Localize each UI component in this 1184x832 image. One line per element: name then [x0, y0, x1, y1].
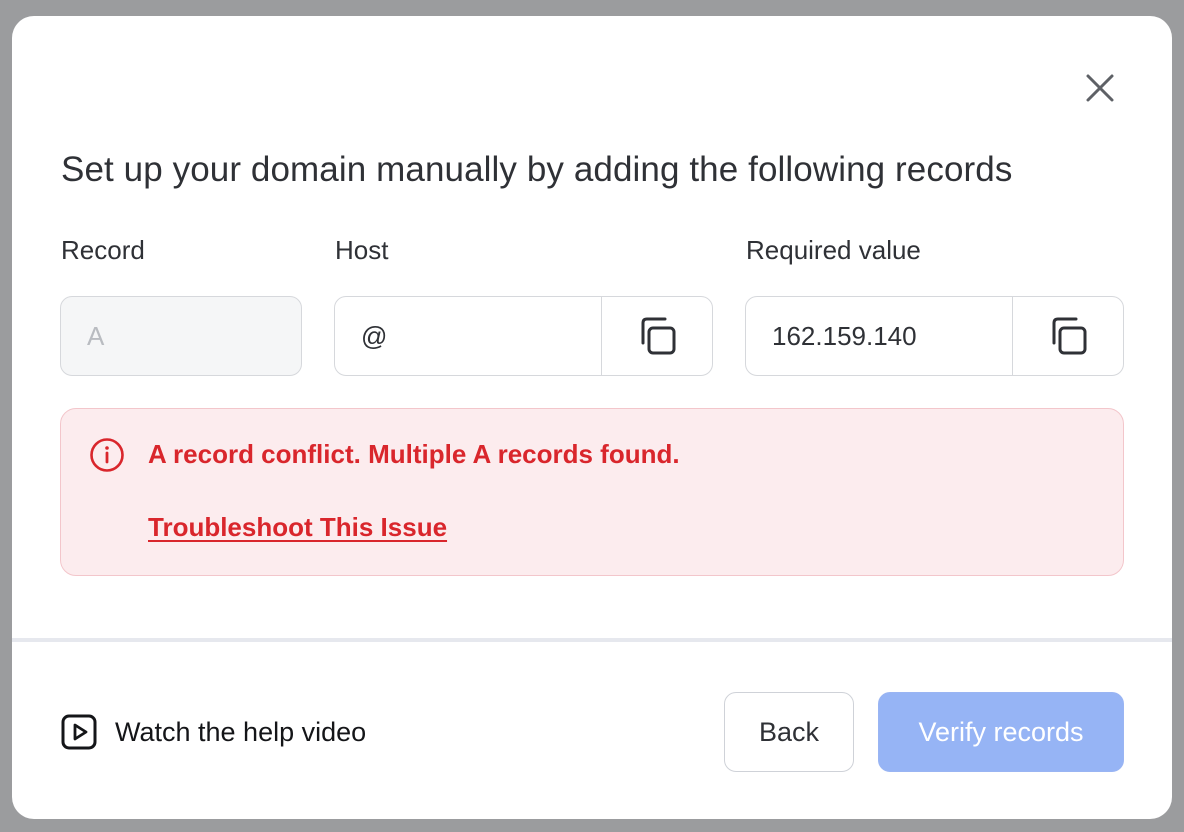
alert-message: A record conflict. Multiple A records fo… [148, 439, 680, 469]
dialog-title: Set up your domain manually by adding th… [61, 150, 1013, 189]
troubleshoot-link[interactable]: Troubleshoot This Issue [148, 512, 447, 543]
setup-domain-dialog: Set up your domain manually by adding th… [12, 16, 1172, 819]
required-value-column-label: Required value [746, 235, 921, 265]
record-column-label: Record [61, 235, 145, 265]
verify-records-button[interactable]: Verify records [878, 692, 1124, 772]
close-button[interactable] [1082, 70, 1118, 106]
host-field: @ [334, 296, 713, 376]
record-type-field: A [60, 296, 302, 376]
copy-host-button[interactable] [601, 297, 712, 375]
copy-icon [1052, 317, 1087, 355]
help-video-label: Watch the help video [115, 716, 367, 747]
host-column-label: Host [335, 235, 389, 265]
watch-help-video-link[interactable]: Watch the help video [60, 713, 366, 751]
close-icon [1086, 74, 1114, 102]
record-conflict-alert: A record conflict. Multiple A records fo… [60, 408, 1124, 576]
copy-required-value-button[interactable] [1012, 297, 1123, 375]
info-icon [90, 438, 124, 472]
record-type-value: A [87, 320, 105, 351]
required-value-text: 162.159.140 [772, 320, 917, 351]
copy-icon [641, 317, 676, 355]
back-button[interactable]: Back [724, 692, 854, 772]
play-video-icon [61, 714, 97, 750]
footer-divider [12, 638, 1172, 642]
host-value: @ [361, 320, 388, 351]
required-value-field: 162.159.140 [745, 296, 1124, 376]
